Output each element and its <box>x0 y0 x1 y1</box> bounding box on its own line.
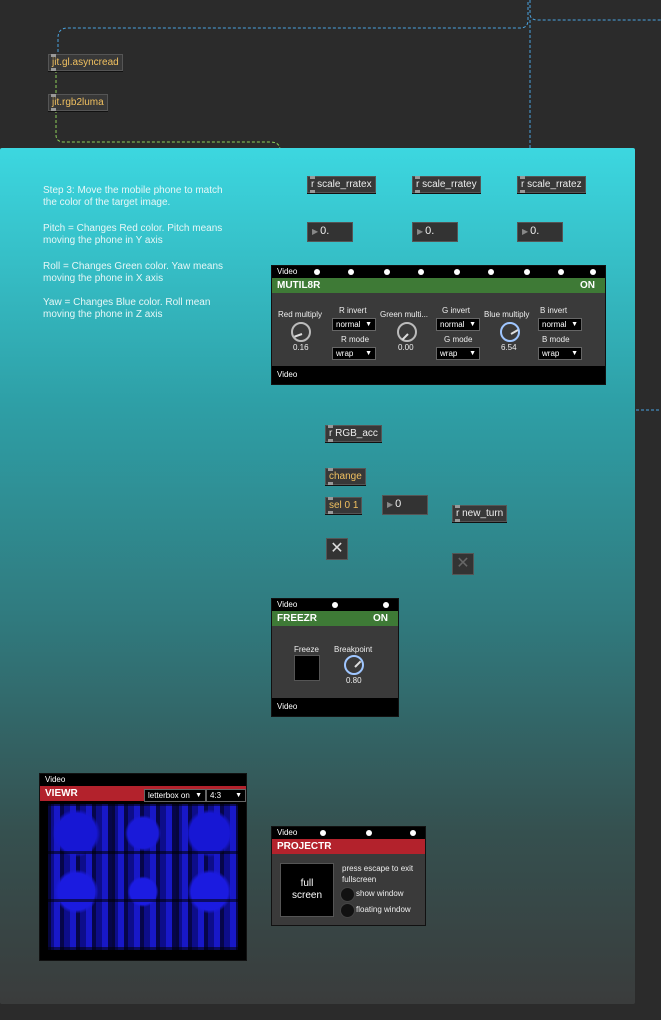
mutil8r-footer: Video <box>272 366 605 384</box>
r-invert-label: R invert <box>339 306 367 315</box>
b-mode-label: B mode <box>542 335 570 344</box>
toggle-button[interactable]: ✕ <box>326 538 348 560</box>
freeze-label: Freeze <box>294 645 319 654</box>
instruction-pitch: Pitch = Changes Red color. Pitch means m… <box>43 223 223 246</box>
breakpoint-label: Breakpoint <box>334 645 373 654</box>
instruction-roll: Roll = Changes Green color. Yaw means mo… <box>43 261 224 284</box>
green-multiply-dial[interactable] <box>397 322 417 342</box>
change-object[interactable]: change <box>325 468 366 485</box>
escape-hint: press escape to exit fullscreen <box>342 864 414 884</box>
floating-window-label: floating window <box>356 905 411 914</box>
show-window-label: show window <box>356 889 404 898</box>
number-arrow-icon: ▶ <box>522 227 529 236</box>
fullscreen-button[interactable]: full screen <box>280 863 334 917</box>
red-multiply-label: Red multiply <box>278 310 323 319</box>
green-multiply-label: Green multi... <box>380 310 429 319</box>
g-mode-select[interactable]: wrap ▼ <box>436 347 480 360</box>
number-box-z[interactable]: ▶ 0. <box>517 222 563 242</box>
aspect-select[interactable]: 4:3 ▼ <box>206 789 246 802</box>
freezr-footer: Video <box>272 698 398 716</box>
chevron-down-icon: ▼ <box>571 350 578 357</box>
breakpoint-value: 0.80 <box>346 676 362 685</box>
blue-multiply-value: 6.54 <box>501 343 517 352</box>
chevron-down-icon: ▼ <box>235 792 242 799</box>
port-icon[interactable] <box>410 830 416 836</box>
chevron-down-icon: ▼ <box>571 321 578 328</box>
freezr-top-bar: Video <box>272 599 398 611</box>
freezr-on-toggle[interactable]: ON <box>373 611 388 626</box>
instruction-step: Step 3: Move the mobile phone to match t… <box>43 185 223 208</box>
port-icon[interactable] <box>314 269 320 275</box>
port-icon[interactable] <box>488 269 494 275</box>
g-invert-select[interactable]: normal ▼ <box>436 318 480 331</box>
projectr-top-bar: Video <box>272 827 425 839</box>
b-invert-label: B invert <box>540 306 568 315</box>
mutil8r-top-bar: Video <box>272 266 605 278</box>
port-icon[interactable] <box>384 269 390 275</box>
r-mode-label: R mode <box>341 335 370 344</box>
presentation-panel: Step 3: Move the mobile phone to match t… <box>0 148 635 1004</box>
chevron-down-icon: ▼ <box>365 350 372 357</box>
viewr-module: Video VIEWR letterbox on ▼ 4:3 ▼ <box>39 773 247 961</box>
red-multiply-dial[interactable] <box>291 322 311 342</box>
mutil8r-title-bar: MUTIL8R ON <box>272 278 605 293</box>
r-mode-select[interactable]: wrap ▼ <box>332 347 376 360</box>
jit-gl-asyncread-object[interactable]: jit.gl.asyncread <box>48 54 123 71</box>
receive-scale-z[interactable]: r scale_rratez <box>517 176 586 193</box>
chevron-down-icon: ▼ <box>195 792 202 799</box>
number-arrow-icon: ▶ <box>387 500 394 509</box>
red-multiply-value: 0.16 <box>293 343 309 352</box>
mutil8r-module: Video MUTIL8R ON Red multiply 0.16 R inv… <box>271 265 606 385</box>
freezr-module: Video FREEZR ON Freeze Breakpoint 0.80 V… <box>271 598 399 717</box>
r-invert-select[interactable]: normal ▼ <box>332 318 376 331</box>
receive-rgb-acc[interactable]: r RGB_acc <box>325 425 382 442</box>
viewr-top-bar: Video <box>40 774 246 786</box>
port-icon[interactable] <box>320 830 326 836</box>
close-icon: ✕ <box>330 540 344 557</box>
breakpoint-dial[interactable] <box>344 655 364 675</box>
b-mode-select[interactable]: wrap ▼ <box>538 347 582 360</box>
green-multiply-value: 0.00 <box>398 343 414 352</box>
blue-multiply-label: Blue multiply <box>484 310 530 319</box>
port-icon[interactable] <box>590 269 596 275</box>
chevron-down-icon: ▼ <box>469 321 476 328</box>
freezr-title-bar: FREEZR ON <box>272 611 398 626</box>
number-arrow-icon: ▶ <box>417 227 424 236</box>
port-icon[interactable] <box>332 602 338 608</box>
mutil8r-on-toggle[interactable]: ON <box>580 278 595 293</box>
floating-window-radio[interactable] <box>340 903 355 918</box>
projectr-module: Video PROJECTR full screen press escape … <box>271 826 426 926</box>
port-icon[interactable] <box>454 269 460 275</box>
projectr-title-bar: PROJECTR <box>272 839 425 854</box>
number-box-x[interactable]: ▶ 0. <box>307 222 353 242</box>
port-icon[interactable] <box>348 269 354 275</box>
sel-number-box[interactable]: ▶ 0 <box>382 495 428 515</box>
port-icon[interactable] <box>366 830 372 836</box>
port-icon[interactable] <box>418 269 424 275</box>
close-icon: ✕ <box>456 555 470 572</box>
receive-new-turn[interactable]: r new_turn <box>452 505 508 522</box>
chevron-down-icon: ▼ <box>365 321 372 328</box>
toggle-button-new-turn[interactable]: ✕ <box>452 553 474 575</box>
blue-multiply-dial[interactable] <box>500 322 520 342</box>
port-icon[interactable] <box>558 269 564 275</box>
jit-rgb2luma-object[interactable]: jit.rgb2luma <box>48 94 108 111</box>
number-box-y[interactable]: ▶ 0. <box>412 222 458 242</box>
freeze-button[interactable] <box>294 655 320 681</box>
b-invert-select[interactable]: normal ▼ <box>538 318 582 331</box>
number-arrow-icon: ▶ <box>312 227 319 236</box>
instruction-yaw: Yaw = Changes Blue color. Roll mean movi… <box>43 297 211 320</box>
show-window-radio[interactable] <box>340 887 355 902</box>
receive-scale-y[interactable]: r scale_rratey <box>412 176 481 193</box>
g-mode-label: G mode <box>444 335 473 344</box>
port-icon[interactable] <box>524 269 530 275</box>
letterbox-select[interactable]: letterbox on ▼ <box>144 789 206 802</box>
g-invert-label: G invert <box>442 306 471 315</box>
video-preview <box>48 804 238 950</box>
chevron-down-icon: ▼ <box>469 350 476 357</box>
sel-object[interactable]: sel 0 1 <box>325 497 363 514</box>
port-icon[interactable] <box>383 602 389 608</box>
receive-scale-x[interactable]: r scale_rratex <box>307 176 376 193</box>
